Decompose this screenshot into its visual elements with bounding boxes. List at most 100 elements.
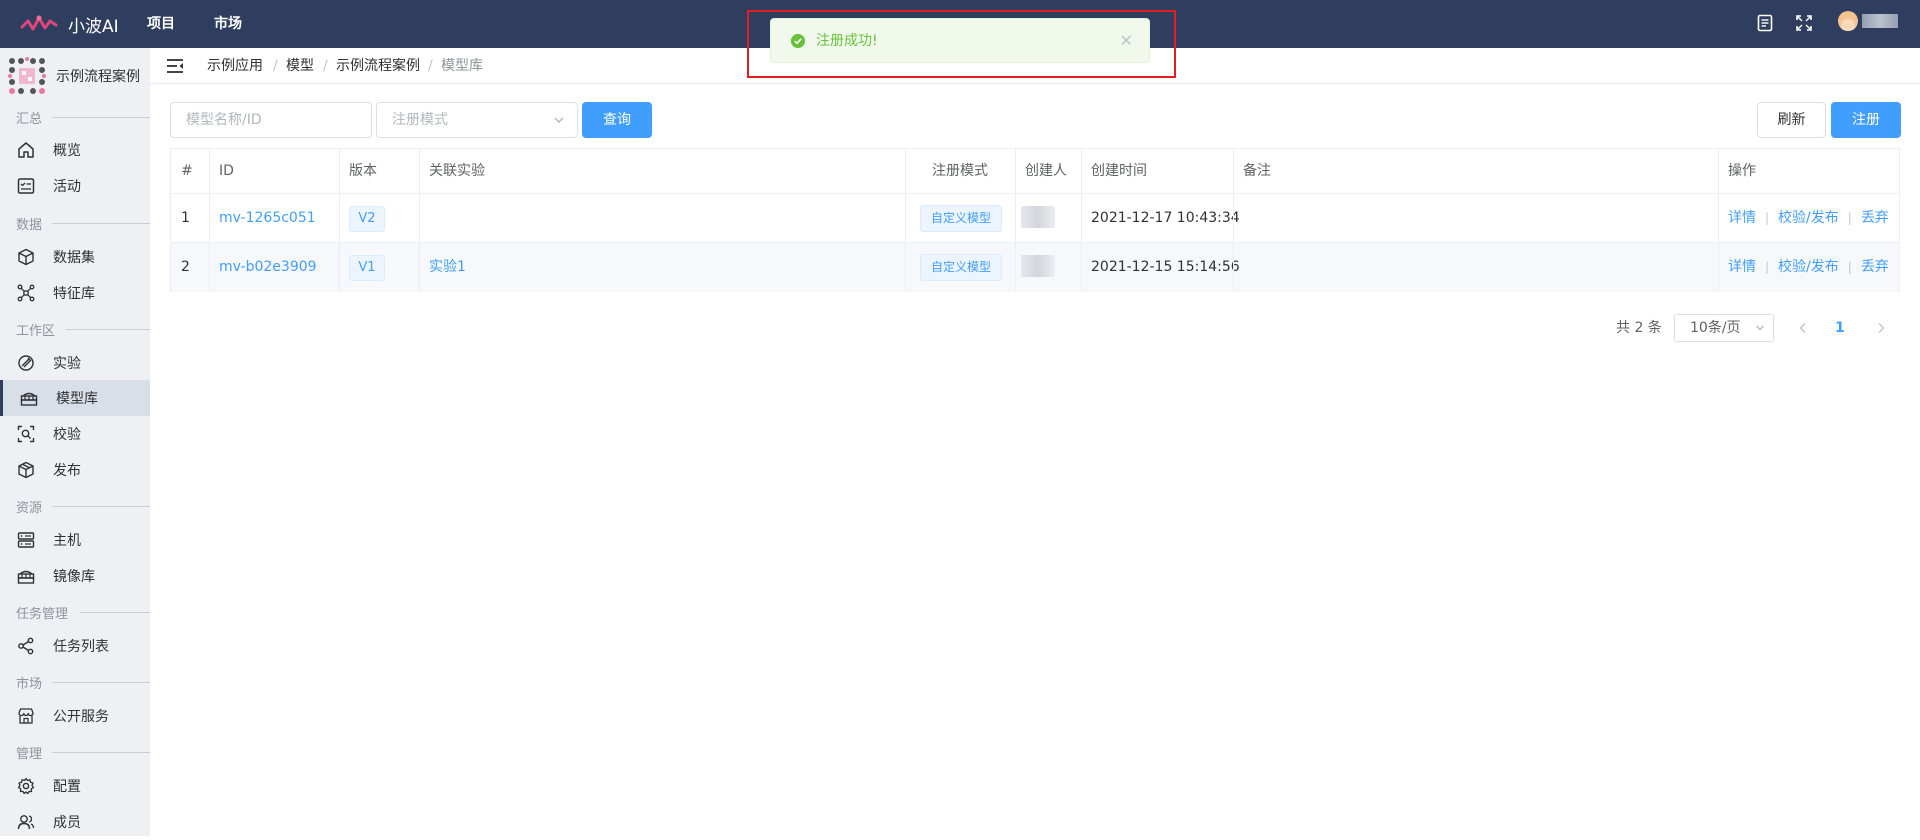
table-row: 2 mv-b02e3909 V1 实验1 自定义模型 2021-12-15 15… [171, 243, 1899, 292]
register-mode-tag: 自定义模型 [920, 254, 1002, 281]
user-name-redacted[interactable] [1862, 14, 1898, 28]
page-size-select[interactable]: 10条/页 [1674, 314, 1774, 342]
sidebar-item-label: 概览 [53, 143, 81, 159]
row-actions: 详情 | 校验/发布 | 丢弃 [1728, 259, 1889, 275]
sidebar-item-hosts[interactable]: 主机 [0, 522, 150, 558]
detail-link[interactable]: 详情 [1728, 259, 1756, 275]
sidebar-item-overview[interactable]: 概览 [0, 132, 150, 168]
column-header: 创建人 [1025, 163, 1067, 179]
sidebar-item-publish[interactable]: 发布 [0, 452, 150, 488]
column-header: 操作 [1728, 163, 1756, 179]
gear-icon [17, 777, 35, 795]
sidebar-item-label: 成员 [53, 815, 81, 831]
nav-market[interactable]: 市场 [214, 0, 242, 48]
sidebar-item-activity[interactable]: 活动 [0, 168, 150, 204]
sidebar-item-label: 数据集 [53, 250, 95, 266]
sidebar-item-validation[interactable]: 校验 [0, 416, 150, 452]
user-avatar[interactable] [1838, 11, 1858, 31]
register-mode-select[interactable]: 注册模式 [376, 102, 578, 138]
model-library-icon [20, 392, 38, 406]
column-header: 版本 [349, 163, 377, 179]
sidebar-item-label: 主机 [53, 533, 81, 549]
sidebar-item-label: 镜像库 [53, 569, 95, 585]
created-time: 2021-12-17 10:43:34 [1091, 210, 1240, 226]
model-id-link[interactable]: mv-b02e3909 [219, 243, 317, 291]
creator-redacted [1021, 206, 1055, 228]
sidebar-item-model-library[interactable]: 模型库 [0, 380, 150, 416]
column-header: 创建时间 [1091, 163, 1147, 179]
sidebar-item-label: 实验 [53, 356, 81, 372]
close-icon[interactable]: ✕ [1120, 19, 1133, 63]
breadcrumb-item[interactable]: 示例应用 [207, 48, 263, 84]
breadcrumb-item[interactable]: 模型 [286, 48, 314, 84]
query-button[interactable]: 查询 [582, 102, 652, 138]
molecule-icon [17, 284, 35, 302]
sidebar-item-label: 发布 [53, 463, 81, 479]
wave-logo-icon [20, 15, 58, 31]
experiment-icon [18, 355, 34, 371]
column-header: ID [219, 163, 234, 179]
created-time: 2021-12-15 15:14:56 [1091, 259, 1240, 275]
discard-link[interactable]: 丢弃 [1861, 259, 1889, 275]
nav-projects[interactable]: 项目 [147, 0, 175, 48]
project-name: 示例流程案例 [56, 69, 140, 85]
breadcrumb-item[interactable]: 示例流程案例 [336, 48, 420, 84]
row-index: 1 [181, 210, 190, 226]
version-tag: V1 [349, 255, 385, 281]
chevron-down-icon [554, 117, 564, 123]
prev-page-icon[interactable] [1798, 322, 1808, 334]
experiment-link[interactable]: 实验1 [429, 243, 466, 291]
column-header: # [181, 163, 193, 179]
server-icon [17, 532, 35, 548]
project-avatar-icon [8, 57, 46, 94]
app-logo[interactable]: 小波AI [20, 12, 119, 37]
users-icon [17, 815, 35, 830]
fullscreen-icon[interactable] [1796, 15, 1812, 31]
sidebar-item-experiments[interactable]: 实验 [0, 345, 150, 381]
column-header: 注册模式 [932, 163, 988, 179]
project-switcher[interactable]: 示例流程案例 [8, 56, 150, 96]
model-id-link[interactable]: mv-1265c051 [219, 194, 316, 242]
sidebar-item-images[interactable]: 镜像库 [0, 558, 150, 594]
discard-link[interactable]: 丢弃 [1861, 210, 1889, 226]
validate-publish-link[interactable]: 校验/发布 [1778, 210, 1839, 226]
sidebar-item-label: 模型库 [56, 391, 98, 407]
creator-redacted [1021, 255, 1055, 277]
image-registry-icon [17, 570, 35, 584]
app-name: 小波AI [68, 16, 119, 37]
sidebar-group-resources: 资源 [0, 497, 150, 516]
sidebar-item-members[interactable]: 成员 [0, 804, 150, 840]
share-nodes-icon [18, 637, 34, 655]
sidebar-group-summary: 汇总 [0, 108, 150, 127]
column-header: 关联实验 [429, 163, 485, 179]
current-page[interactable]: 1 [1835, 318, 1845, 338]
register-mode-tag: 自定义模型 [920, 205, 1002, 232]
sidebar-item-public-services[interactable]: 公开服务 [0, 698, 150, 734]
check-circle-icon [791, 34, 805, 48]
sidebar-group-market: 市场 [0, 673, 150, 692]
table-header: # ID 版本 关联实验 注册模式 创建人 创建时间 备注 操作 [171, 149, 1899, 194]
home-icon [18, 142, 34, 158]
sidebar-item-features[interactable]: 特征库 [0, 275, 150, 311]
sidebar-item-task-list[interactable]: 任务列表 [0, 628, 150, 664]
sidebar-item-settings[interactable]: 配置 [0, 768, 150, 804]
validate-publish-link[interactable]: 校验/发布 [1778, 259, 1839, 275]
next-page-icon[interactable] [1876, 322, 1886, 334]
sidebar-item-datasets[interactable]: 数据集 [0, 239, 150, 275]
document-icon[interactable] [1757, 14, 1773, 32]
row-actions: 详情 | 校验/发布 | 丢弃 [1728, 210, 1889, 226]
collapse-sidebar-icon[interactable] [166, 58, 184, 74]
sidebar-item-label: 活动 [53, 179, 81, 195]
sidebar-item-label: 校验 [53, 427, 81, 443]
register-button[interactable]: 注册 [1831, 102, 1901, 138]
breadcrumb-current: 模型库 [441, 58, 483, 74]
sidebar: 示例流程案例 汇总 概览 活动 数据 数据集 特征库 工作区 实验 模型库 校验… [0, 48, 150, 836]
chevron-down-icon [1756, 325, 1764, 331]
refresh-button[interactable]: 刷新 [1757, 102, 1826, 138]
sidebar-item-label: 公开服务 [53, 709, 109, 725]
sidebar-group-workspace: 工作区 [0, 320, 150, 339]
model-search-input[interactable]: 模型名称/ID [170, 102, 372, 138]
table-row: 1 mv-1265c051 V2 自定义模型 2021-12-17 10:43:… [171, 194, 1899, 243]
sidebar-group-data: 数据 [0, 214, 150, 233]
detail-link[interactable]: 详情 [1728, 210, 1756, 226]
